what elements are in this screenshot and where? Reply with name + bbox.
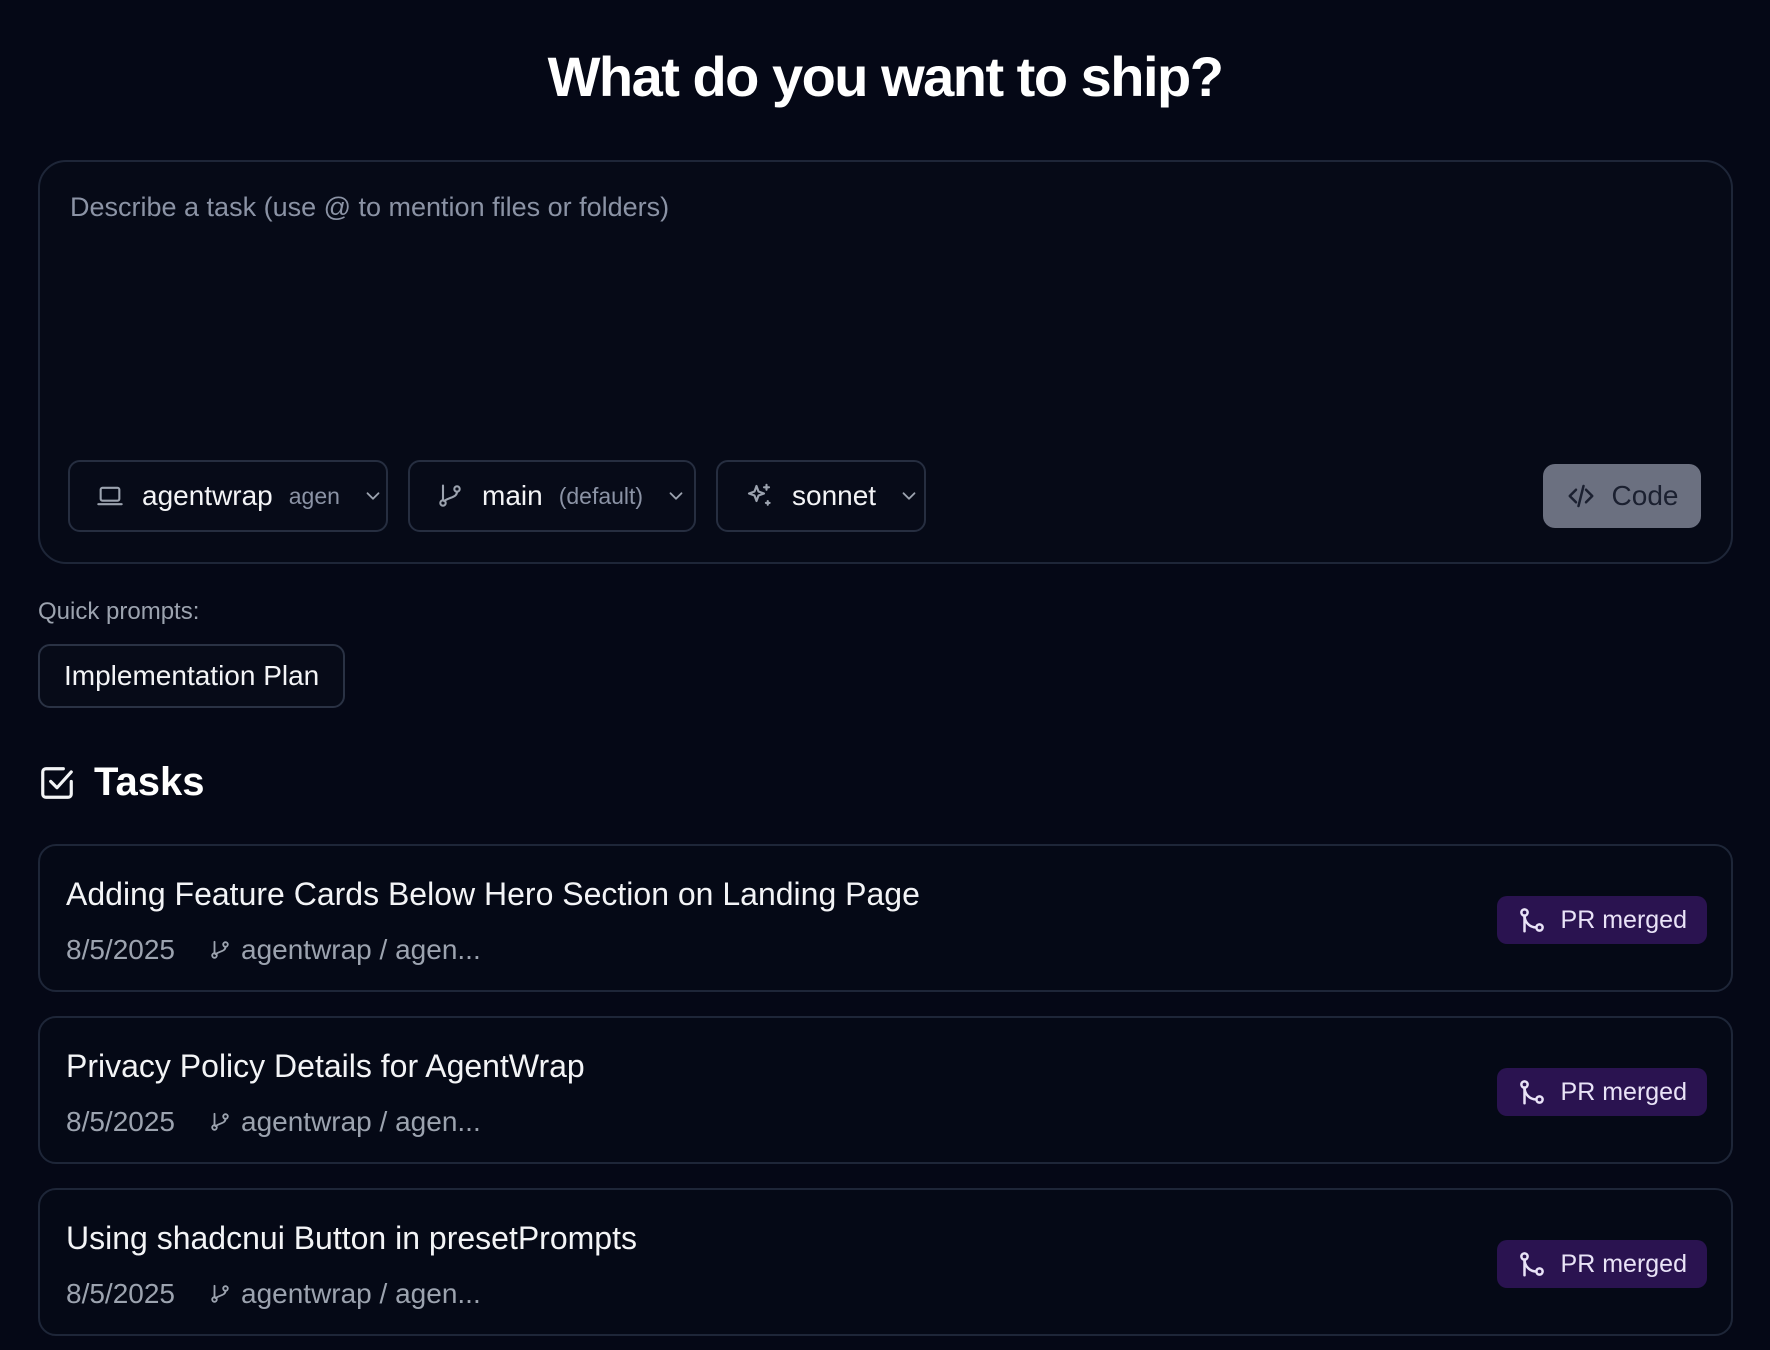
tasks-title: Tasks xyxy=(94,760,205,804)
git-branch-icon xyxy=(436,482,464,510)
status-badge: PR merged xyxy=(1496,896,1707,944)
status-badge: PR merged xyxy=(1496,1068,1707,1116)
task-title: Adding Feature Cards Below Hero Section … xyxy=(66,876,920,912)
task-card[interactable]: Privacy Policy Details for AgentWrap 8/5… xyxy=(38,1016,1733,1164)
task-repo: agentwrap / agen... xyxy=(209,1106,481,1138)
repo-selector-label: agentwrap xyxy=(142,480,273,511)
status-badge-label: PR merged xyxy=(1560,905,1687,934)
task-repo-label: agentwrap / agen... xyxy=(241,1278,481,1309)
code-icon xyxy=(1566,481,1596,511)
git-merge-icon xyxy=(1517,1249,1547,1279)
git-branch-icon xyxy=(209,1111,231,1133)
task-date: 8/5/2025 xyxy=(66,1278,175,1309)
tasks-header: Tasks xyxy=(38,760,204,805)
quick-prompts-label: Quick prompts: xyxy=(38,598,200,625)
task-repo-label: agentwrap / agen... xyxy=(241,1106,481,1137)
task-composer: agentwrap agen main (default) xyxy=(38,160,1733,564)
quick-prompt-button[interactable]: Implementation Plan xyxy=(38,644,346,708)
git-merge-icon xyxy=(1517,905,1547,935)
branch-selector-label: main xyxy=(482,480,543,511)
code-button[interactable]: Code xyxy=(1543,464,1701,528)
status-badge-label: PR merged xyxy=(1560,1249,1687,1278)
task-meta: 8/5/2025 agentwrap / agen... xyxy=(66,934,481,966)
square-check-icon xyxy=(38,764,76,802)
laptop-icon xyxy=(96,482,124,510)
repo-selector[interactable]: agentwrap agen xyxy=(68,460,388,532)
task-card[interactable]: Adding Feature Cards Below Hero Section … xyxy=(38,844,1733,992)
git-merge-icon xyxy=(1517,1077,1547,1107)
chevron-down-icon xyxy=(362,485,384,507)
task-meta: 8/5/2025 agentwrap / agen... xyxy=(66,1278,481,1310)
page: What do you want to ship? agentwrap agen xyxy=(0,0,1770,1350)
task-repo: agentwrap / agen... xyxy=(209,1278,481,1310)
repo-selector-sub: agen xyxy=(288,482,340,509)
task-card[interactable]: Using shadcnui Button in presetPrompts 8… xyxy=(38,1188,1733,1336)
task-date: 8/5/2025 xyxy=(66,1106,175,1137)
sparkles-icon xyxy=(744,481,774,511)
status-badge: PR merged xyxy=(1496,1240,1707,1288)
branch-selector[interactable]: main (default) xyxy=(408,460,696,532)
chevron-down-icon xyxy=(898,485,920,507)
task-meta: 8/5/2025 agentwrap / agen... xyxy=(66,1106,481,1138)
task-title: Privacy Policy Details for AgentWrap xyxy=(66,1048,585,1084)
chevron-down-icon xyxy=(665,485,687,507)
status-badge-label: PR merged xyxy=(1560,1077,1687,1106)
page-title: What do you want to ship? xyxy=(547,45,1224,108)
model-selector[interactable]: sonnet xyxy=(716,460,926,532)
branch-selector-sub: (default) xyxy=(558,482,644,509)
git-branch-icon xyxy=(209,1283,231,1305)
task-title: Using shadcnui Button in presetPrompts xyxy=(66,1220,637,1256)
model-selector-label: sonnet xyxy=(792,480,877,511)
task-input[interactable] xyxy=(70,192,1690,442)
code-button-label: Code xyxy=(1611,480,1679,511)
task-repo: agentwrap / agen... xyxy=(209,934,481,966)
task-repo-label: agentwrap / agen... xyxy=(241,934,481,965)
git-branch-icon xyxy=(209,939,231,961)
task-date: 8/5/2025 xyxy=(66,934,175,965)
